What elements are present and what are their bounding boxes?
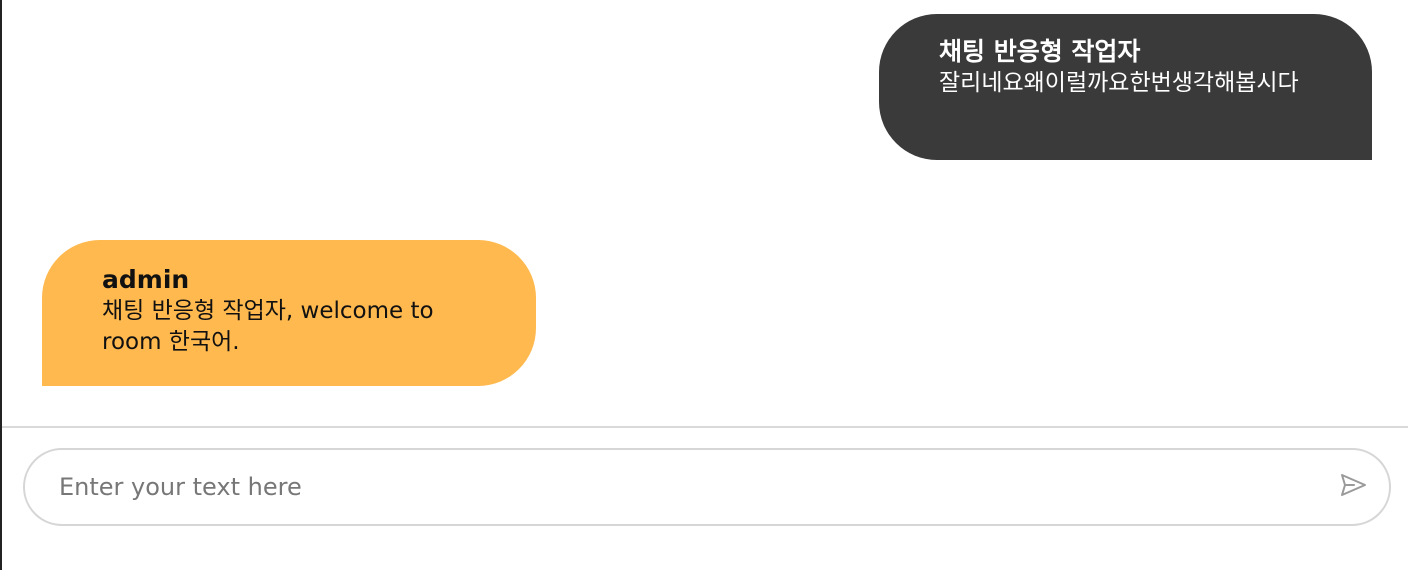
message-text: 채팅 반응형 작업자, welcome to room 한국어.: [102, 298, 434, 355]
message-sender: admin: [102, 265, 190, 294]
composer-divider: [2, 426, 1408, 428]
message-bubble-outgoing: 채팅 반응형 작업자 잘리네요왜이럴까요한번생각해봅시다: [879, 14, 1372, 160]
send-icon: [1341, 474, 1366, 496]
message-input[interactable]: [59, 464, 1319, 510]
message-bubble-incoming: admin 채팅 반응형 작업자, welcome to room 한국어.: [42, 240, 536, 386]
message-text: 잘리네요왜이럴까요한번생각해봅시다: [939, 70, 1299, 96]
message-list: 채팅 반응형 작업자 잘리네요왜이럴까요한번생각해봅시다 admin 채팅 반응…: [2, 0, 1408, 426]
send-button[interactable]: [1337, 469, 1369, 501]
message-sender: 채팅 반응형 작업자: [939, 37, 1141, 66]
chat-window: 채팅 반응형 작업자 잘리네요왜이럴까요한번생각해봅시다 admin 채팅 반응…: [0, 0, 1408, 570]
message-composer: [23, 448, 1391, 526]
